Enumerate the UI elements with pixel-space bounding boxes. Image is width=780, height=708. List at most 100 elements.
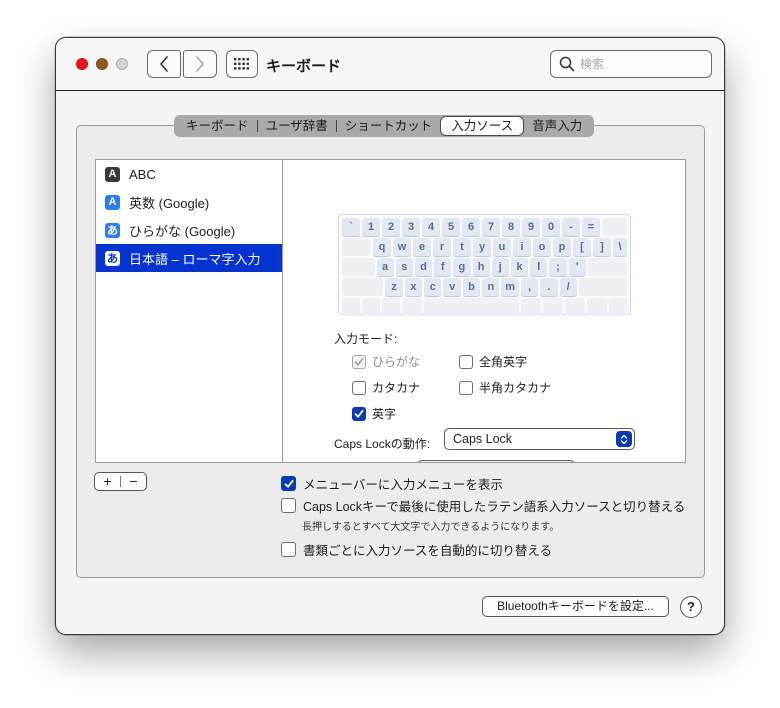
- checkbox-label: 英字: [372, 407, 397, 421]
- show-input-menu-option[interactable]: メニューバーに入力メニューを表示: [281, 474, 503, 493]
- list-item-abc[interactable]: A ABC: [96, 160, 282, 188]
- checkbox[interactable]: [352, 380, 366, 395]
- keyboard-key: ;: [549, 258, 567, 276]
- forward-button[interactable]: [183, 50, 217, 78]
- setup-bluetooth-keyboard-button[interactable]: Bluetoothキーボードを設定...: [482, 596, 669, 617]
- keyboard-key: 2: [382, 218, 400, 236]
- keyboard-key-blank: [609, 298, 627, 316]
- caps-lock-switch-option[interactable]: Caps Lockキーで最後に使用したラテン語系入力ソースと切り替える: [281, 496, 685, 515]
- tab-dictation[interactable]: 音声入力: [524, 116, 590, 136]
- option-label: メニューバーに入力メニューを表示: [303, 478, 503, 492]
- show-all-button[interactable]: [226, 50, 258, 78]
- keyboard-key: i: [513, 238, 531, 256]
- keyboard-row: q w e r t y u i o p[] \: [342, 238, 627, 256]
- tab-keyboard[interactable]: キーボード: [178, 116, 257, 136]
- search-input[interactable]: [580, 57, 700, 71]
- google-alphanumeric-source-icon: A: [105, 194, 120, 210]
- checkbox[interactable]: [281, 476, 296, 491]
- list-item-label: 英数 (Google): [129, 195, 210, 211]
- checkbox[interactable]: [459, 380, 473, 395]
- mode-katakana-checkbox[interactable]: カタカナ: [352, 379, 420, 396]
- keyboard-key-blank: [521, 298, 542, 316]
- auto-switch-per-document-option[interactable]: 書類ごとに入力ソースを自動的に切り替える: [281, 540, 552, 559]
- secondary-popup[interactable]: [417, 460, 575, 462]
- window-title: キーボード: [266, 58, 342, 75]
- keyboard-layout-preview: ` 1 2 3 4 5 6 7 8 9 0- = q w e r t y u i o p[] \ a s d f g h j k l; ' z x c…: [338, 214, 631, 316]
- checkbox-label: 全角英字: [479, 355, 528, 369]
- checkbox[interactable]: [352, 406, 366, 421]
- caps-lock-action-popup[interactable]: Caps Lock: [444, 428, 635, 450]
- keyboard-key-blank: [342, 238, 371, 256]
- keyboard-key-blank: [565, 298, 586, 316]
- tab-bar: キーボード ユーザ辞書 ショートカット 入力ソース 音声入力: [174, 115, 595, 137]
- keyboard-key: t: [453, 238, 471, 256]
- search-field[interactable]: [550, 50, 712, 78]
- minimize-button[interactable]: [96, 58, 108, 70]
- keyboard-key: h: [472, 258, 490, 276]
- keyboard-key: .: [540, 278, 558, 296]
- input-source-detail-pane[interactable]: ` 1 2 3 4 5 6 7 8 9 0- = q w e r t y u i o p[] \ a s d f g h j k l; ' z x c…: [282, 159, 686, 463]
- keyboard-key: r: [433, 238, 451, 256]
- keyboard-row: [342, 298, 627, 316]
- mode-fullwidth-roman-checkbox[interactable]: 全角英字: [459, 353, 527, 370]
- keyboard-key-blank: [587, 298, 608, 316]
- list-item-label: 日本語 – ローマ字入力: [129, 251, 261, 267]
- list-item-google-hiragana[interactable]: あ ひらがな (Google): [96, 216, 282, 244]
- caps-lock-action-label: Caps Lockの動作:: [334, 437, 431, 451]
- list-item-google-alphanumeric[interactable]: A 英数 (Google): [96, 188, 282, 216]
- google-hiragana-source-icon: あ: [105, 222, 120, 238]
- close-button[interactable]: [76, 58, 88, 70]
- checkbox[interactable]: [281, 498, 296, 513]
- keyboard-key: -: [562, 218, 580, 236]
- keyboard-key: ,: [520, 278, 539, 296]
- keyboard-key: l: [530, 258, 548, 276]
- keyboard-key: 9: [522, 218, 540, 236]
- tab-input-sources[interactable]: 入力ソース: [440, 116, 525, 136]
- list-item-label: ひらがな (Google): [129, 223, 236, 239]
- add-source-button[interactable]: +: [95, 473, 120, 490]
- keyboard-key-blank: [602, 218, 627, 236]
- mode-halfwidth-katakana-checkbox[interactable]: 半角カタカナ: [459, 379, 551, 396]
- tab-shortcuts[interactable]: ショートカット: [337, 116, 441, 136]
- keyboard-row: a s d f g h j k l; ': [342, 258, 627, 276]
- keyboard-key: g: [453, 258, 471, 276]
- mode-roman-checkbox[interactable]: 英字: [352, 405, 396, 422]
- checkbox[interactable]: [281, 542, 296, 557]
- keyboard-key: x: [404, 278, 423, 296]
- checkbox[interactable]: [459, 354, 473, 369]
- keyboard-key: 5: [442, 218, 460, 236]
- keyboard-key: w: [393, 238, 411, 256]
- keyboard-key-blank: [543, 298, 564, 316]
- checkbox-label: ひらがな: [372, 355, 421, 369]
- add-remove-control: + −: [94, 472, 147, 491]
- remove-source-button[interactable]: −: [121, 473, 146, 490]
- keyboard-key: v: [443, 278, 461, 296]
- keyboard-key: o: [533, 238, 551, 256]
- zoom-button[interactable]: [116, 58, 128, 70]
- input-mode-label: 入力モード:: [334, 332, 398, 346]
- keyboard-key: ]: [593, 238, 611, 256]
- help-button[interactable]: ?: [680, 596, 702, 618]
- popup-arrows-icon: [616, 431, 632, 447]
- checkbox-label: 半角カタカナ: [479, 381, 552, 395]
- keyboard-key: 4: [422, 218, 440, 236]
- checkbox[interactable]: [352, 354, 366, 369]
- keyboard-key: j: [491, 258, 509, 276]
- checkmark-icon: [284, 479, 293, 488]
- keyboard-key-blank: [342, 278, 384, 296]
- back-button[interactable]: [147, 50, 181, 78]
- keyboard-key-blank: [342, 298, 360, 316]
- keyboard-key: 1: [362, 218, 380, 236]
- keyboard-key-blank: [381, 298, 400, 316]
- japanese-source-icon: あ: [105, 250, 120, 266]
- checkmark-icon: [354, 409, 364, 418]
- tab-user-dictionary[interactable]: ユーザ辞書: [258, 116, 336, 136]
- keyboard-key: b: [462, 278, 481, 296]
- keyboard-key: q: [373, 238, 391, 256]
- keyboard-key: /: [559, 278, 577, 296]
- option-label: 書類ごとに入力ソースを自動的に切り替える: [303, 544, 553, 558]
- mode-hiragana-checkbox[interactable]: ひらがな: [352, 353, 420, 370]
- keyboard-key-blank: [578, 278, 628, 296]
- list-item-japanese-romaji[interactable]: あ 日本語 – ローマ字入力: [96, 244, 282, 272]
- keyboard-key: 8: [502, 218, 520, 236]
